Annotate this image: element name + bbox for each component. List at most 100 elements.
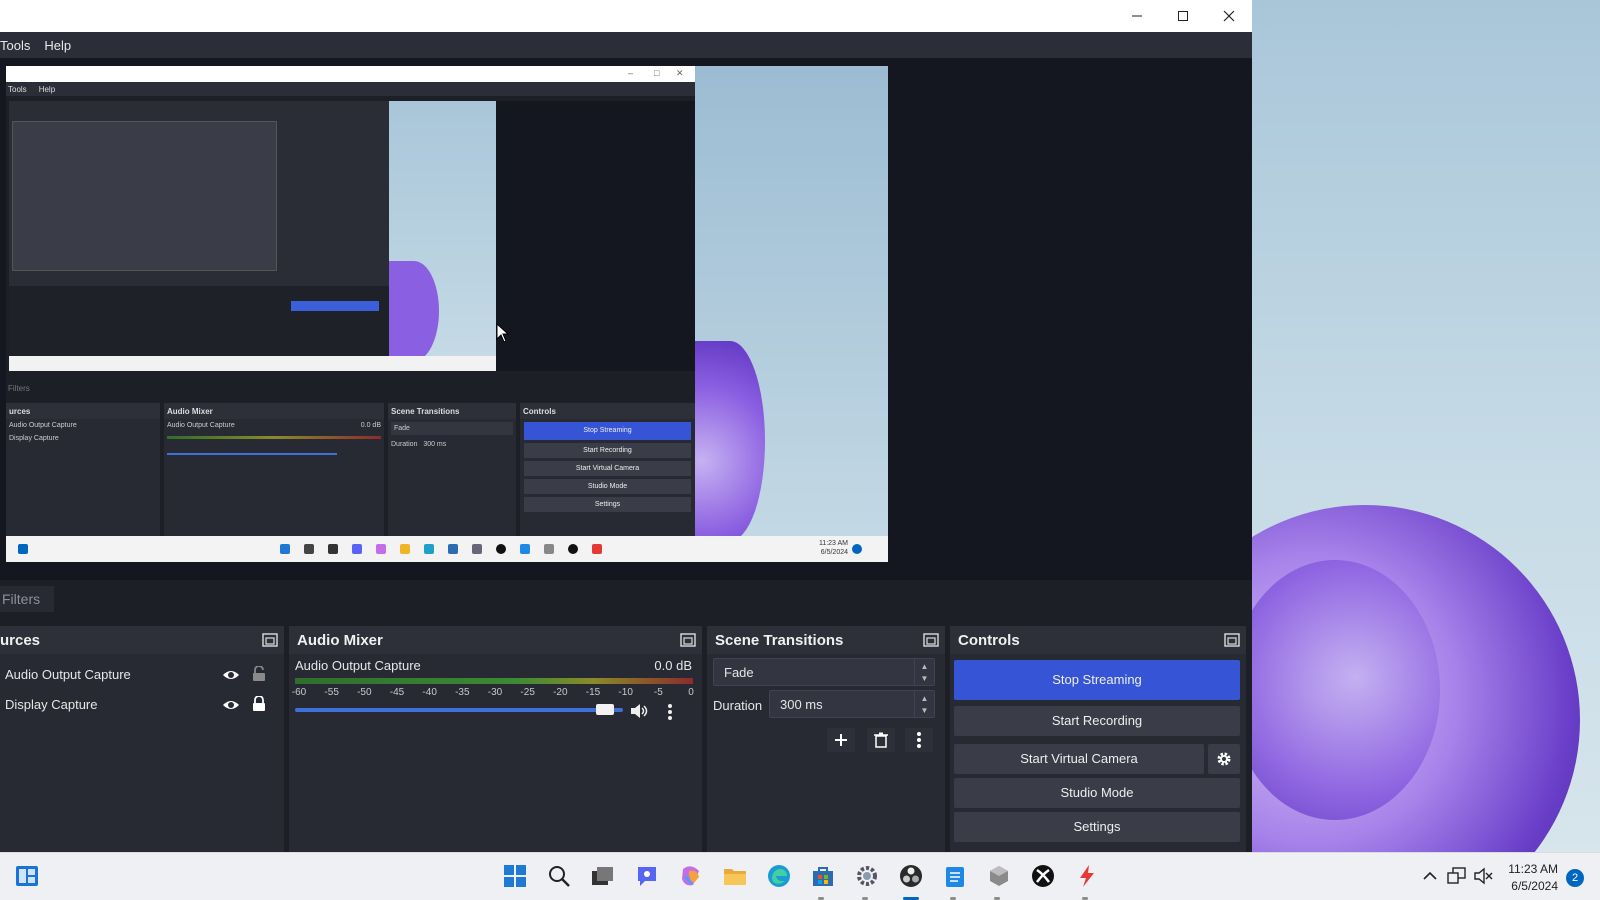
taskbar: 11:23 AM 6/5/2024 2 — [0, 852, 1600, 900]
captured-docks: urces Audio Output Capture Display Captu… — [6, 403, 695, 536]
store-icon[interactable] — [810, 863, 836, 889]
maximize-button[interactable] — [1160, 0, 1206, 32]
network-icon[interactable] — [1446, 863, 1468, 889]
captured-source-item: Display Capture — [9, 435, 59, 442]
studio-mode-button[interactable]: Studio Mode — [954, 778, 1240, 808]
captured-mixer-row: Audio Output Capture 0.0 dB — [164, 419, 384, 432]
meter-tick-label: -25 — [520, 687, 535, 698]
notepad-icon[interactable] — [942, 863, 968, 889]
mixer-channel-label: Audio Output Capture — [295, 658, 421, 673]
captured-studio-mode: Studio Mode — [524, 479, 691, 494]
search-icon[interactable] — [546, 863, 572, 889]
meter-tick-label: -35 — [455, 687, 470, 698]
mixer-level-db: 0.0 dB — [654, 658, 692, 673]
volume-fader-handle[interactable] — [595, 704, 614, 715]
transition-properties-button[interactable] — [905, 728, 933, 752]
captured-menu-help: Help — [38, 84, 56, 94]
captured-meter — [167, 436, 381, 439]
controls-title: Controls — [958, 632, 1020, 649]
captured-mixer-dock: Audio Mixer Audio Output Capture 0.0 dB — [164, 403, 384, 536]
source-item-label: Display Capture — [5, 697, 98, 712]
unlock-icon[interactable] — [252, 666, 266, 682]
captured-filters: Filters — [6, 378, 695, 398]
clock-time[interactable]: 11:23 AM — [1508, 862, 1558, 876]
minimize-icon — [1132, 15, 1142, 17]
captured-obs-icon — [496, 544, 506, 554]
sources-dock: urces Audio Output Capture Display Captu… — [0, 626, 284, 852]
source-item-display-capture[interactable]: Display Capture — [0, 690, 278, 720]
chat-icon[interactable] — [634, 863, 660, 889]
meter-tick-label: 0 — [688, 687, 694, 698]
nested-stop-button — [291, 301, 379, 311]
chevron-up-icon[interactable] — [1420, 863, 1440, 889]
virtual-camera-settings-button[interactable] — [1208, 744, 1240, 774]
captured-notification-badge — [852, 544, 862, 554]
undock-icon[interactable] — [923, 633, 939, 647]
minimize-button[interactable] — [1114, 0, 1160, 32]
preview-display-capture[interactable]: – □ ✕ Tools Help Filters urces Audio Outpu… — [6, 66, 888, 562]
volume-muted-icon[interactable] — [1472, 863, 1494, 889]
start-recording-button[interactable]: Start Recording — [954, 706, 1240, 736]
spinner-arrows-icon[interactable]: ▲ ▼ — [914, 691, 934, 717]
settings-icon[interactable] — [854, 863, 880, 889]
gear-icon — [1217, 752, 1231, 766]
captured-transition-select: Fade — [391, 422, 513, 435]
menu-help[interactable]: Help — [44, 38, 79, 53]
chevron-updown-icon: ▲ ▼ — [914, 659, 934, 685]
captured-clock-time: 11:23 AM — [818, 540, 848, 547]
app-icon[interactable] — [1074, 863, 1100, 889]
source-item-audio-output[interactable]: Audio Output Capture — [0, 660, 278, 690]
meter-tick-label: -40 — [422, 687, 437, 698]
undock-icon[interactable] — [262, 633, 278, 647]
captured-mixer-label: Audio Output Capture — [167, 422, 235, 429]
stop-streaming-button[interactable]: Stop Streaming — [954, 660, 1240, 700]
file-explorer-icon[interactable] — [722, 863, 748, 889]
undock-icon[interactable] — [1224, 633, 1240, 647]
scene-transitions-dock: Scene Transitions Fade ▲ ▼ Duration 300 m… — [707, 626, 945, 852]
clock-date[interactable]: 6/5/2024 — [1500, 879, 1558, 893]
notification-badge[interactable]: 2 — [1566, 869, 1584, 887]
cursor-icon — [496, 323, 510, 343]
captured-duration-value: 300 ms — [423, 441, 447, 448]
captured-start-icon — [280, 544, 290, 554]
filters-strip: Filters — [0, 584, 1252, 614]
lock-icon[interactable] — [252, 696, 266, 712]
meter-tick-label: -50 — [357, 687, 372, 698]
menu-tools[interactable]: Tools — [0, 38, 38, 53]
trash-icon — [874, 732, 888, 748]
captured-transitions-dock: Scene Transitions Fade Duration 300 ms — [388, 403, 516, 536]
captured-bloom — [695, 341, 765, 536]
eye-icon[interactable] — [222, 698, 240, 712]
start-virtual-camera-button[interactable]: Start Virtual Camera — [954, 744, 1204, 774]
audio-mixer-dock: Audio Mixer Audio Output Capture 0.0 dB … — [289, 626, 702, 852]
eye-icon[interactable] — [222, 668, 240, 682]
start-icon[interactable] — [502, 863, 528, 889]
obs-icon[interactable] — [898, 863, 924, 889]
captured-chat-icon — [352, 544, 362, 554]
more-options-icon[interactable] — [665, 702, 675, 722]
meter-tick-label: -30 — [487, 687, 503, 698]
volume-fader-track[interactable] — [295, 708, 623, 712]
more-options-icon — [917, 732, 921, 748]
captured-taskbar: 11:23 AM 6/5/2024 — [6, 536, 888, 562]
copilot-icon[interactable] — [678, 863, 704, 889]
source-item-label: Audio Output Capture — [5, 667, 131, 682]
filters-button[interactable]: Filters — [0, 586, 55, 612]
speaker-icon[interactable] — [629, 702, 649, 720]
undock-icon[interactable] — [680, 633, 696, 647]
add-transition-button[interactable] — [827, 728, 855, 752]
captured-notepad-icon — [520, 544, 530, 554]
captured-explorer-icon — [400, 544, 410, 554]
close-button[interactable] — [1206, 0, 1252, 32]
duration-input[interactable]: 300 ms ▲ ▼ — [769, 690, 935, 718]
task-view-icon[interactable] — [590, 863, 616, 889]
settings-button[interactable]: Settings — [954, 812, 1240, 842]
virtualbox-icon[interactable] — [986, 863, 1012, 889]
title-bar — [0, 0, 1252, 32]
remove-transition-button[interactable] — [867, 728, 895, 752]
edge-icon[interactable] — [766, 863, 792, 889]
captured-duration-row: Duration 300 ms — [388, 438, 516, 451]
widgets-icon[interactable] — [14, 863, 40, 889]
transition-select[interactable]: Fade ▲ ▼ — [713, 658, 935, 686]
xbox-icon[interactable] — [1030, 863, 1056, 889]
